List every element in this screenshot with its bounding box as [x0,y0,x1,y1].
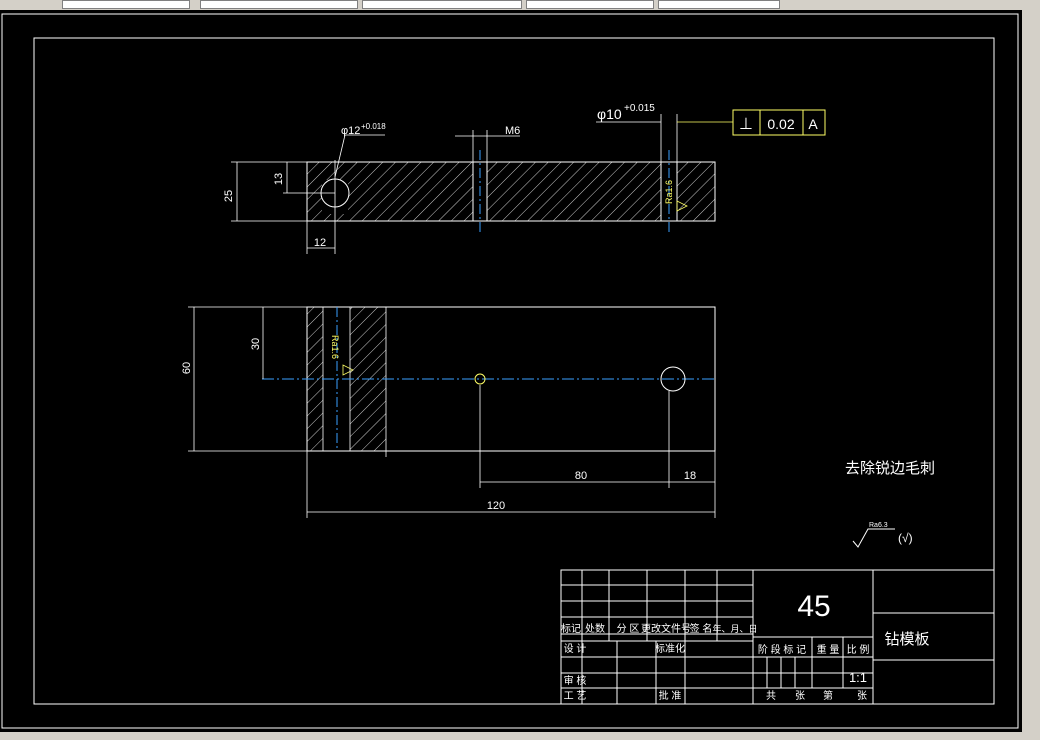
tb-sheets-unit: 张 [795,690,805,702]
tolerance-frame: ⊥ 0.02 A [732,109,826,136]
roughness-note: Ra6.3 (√) [852,522,913,548]
tb-rev-date: 年、月、日 [712,623,757,634]
dim-25: 25 [223,190,235,202]
note-deburr: 去除锐边毛刺 [845,460,935,477]
dim-80: 80 [575,470,587,482]
dim-thread: M6 [505,125,520,137]
tb-standard: 标准化 [655,642,685,655]
ra-right: Ra1.6 [664,180,674,204]
tb-ratio: 比 例 [847,643,870,656]
tb-stage-mark: 阶 段 标 记 [758,643,806,656]
dim-hole-right-tol: +0.015 [624,103,655,114]
bottom-status-strip [0,732,1040,740]
tb-sheet-no: 第 [823,689,833,702]
tb-sheet-unit: 张 [857,690,867,702]
cad-drawing: 25 13 12 φ12 +0.018 M6 φ10 +0.015 Ra1.6 … [1,13,1019,729]
tolerance-symbol: ⊥ [739,116,753,133]
outer-frame [1,13,1019,729]
toolbar-combo-5[interactable] [658,0,780,9]
tb-rev-sign: 签 名 [690,622,713,635]
toolbar-combo-3[interactable] [362,0,522,9]
inner-frame [33,37,995,705]
roughness-suffix: (√) [898,531,913,545]
tb-review: 审 核 [564,674,587,687]
tb-material: 45 [797,590,830,623]
dim-120: 120 [487,500,505,512]
tb-rev-count: 处数 [585,622,605,635]
front-view: 25 13 12 φ12 +0.018 M6 φ10 +0.015 Ra1.6 [223,103,733,376]
dim-12: 12 [314,237,326,249]
dim-30: 30 [250,338,262,350]
drawing-viewport[interactable]: 25 13 12 φ12 +0.018 M6 φ10 +0.015 Ra1.6 … [0,10,1023,732]
tb-rev-zone: 分 区 [617,623,640,635]
tb-sheets: 共 [766,690,776,702]
tb-scale-value: 1:1 [849,670,867,685]
tb-part-name: 钻模板 [884,630,929,648]
toolbar [0,0,1040,10]
roughness-symbol: Ra6.3 [869,522,888,529]
tolerance-datum: A [808,116,818,132]
vertical-scrollbar[interactable] [1022,10,1040,732]
dim-18: 18 [684,470,696,482]
dim-hole-top: φ12 [341,125,360,137]
toolbar-combo-2[interactable] [200,0,358,9]
toolbar-combo-4[interactable] [526,0,654,9]
title-block-text: 标记 处数 分 区 更改文件号 签 名 年、月、日 设 计 标准化 审 核 工 … [561,590,930,702]
ra-left: Ra1.6 [330,335,340,359]
tb-rev-doc: 更改文件号 [641,622,691,635]
dim-hole-top-tol: +0.018 [361,122,386,131]
tolerance-value: 0.02 [767,116,794,132]
tb-process: 工 艺 [564,690,587,702]
toolbar-combo-1[interactable] [62,0,190,9]
dim-60: 60 [181,362,193,374]
dim-hole-right: φ10 [597,106,622,122]
tb-weight: 重 量 [817,643,840,656]
tb-rev-mark: 标记 [561,623,581,635]
dim-13: 13 [273,173,285,185]
plan-view: 60 30 80 18 120 Ra1.6 [181,306,716,518]
tb-design: 设 计 [564,642,587,655]
tb-approve: 批 准 [659,689,682,702]
